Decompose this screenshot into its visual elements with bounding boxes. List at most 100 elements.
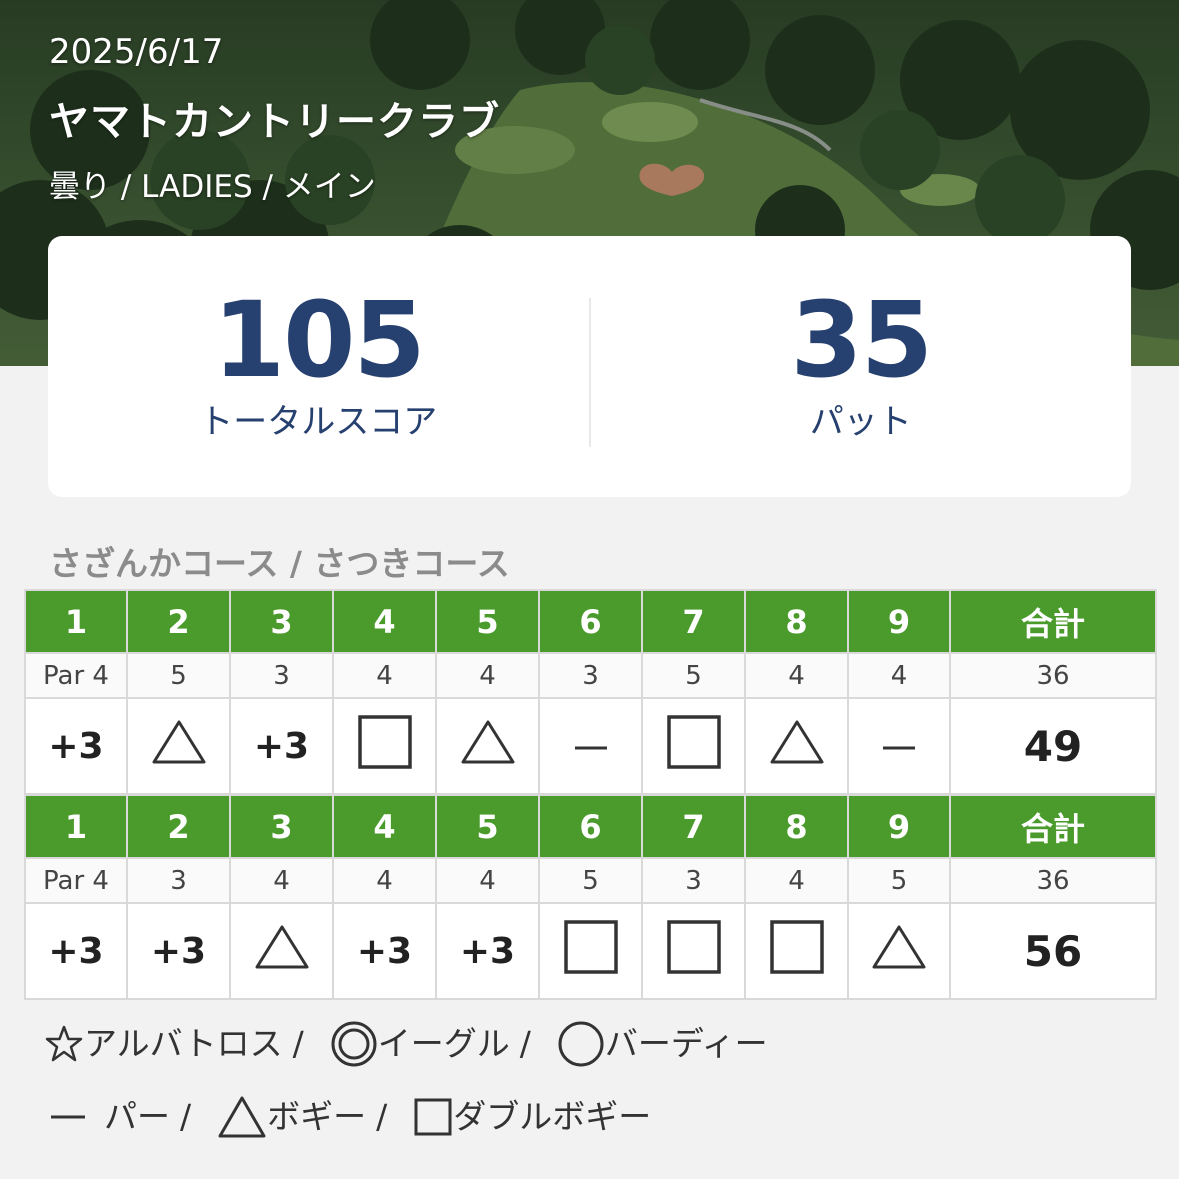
par-row: Par 4 3 4 4 4 5 3 4 5 36 (24, 857, 1157, 904)
legend-birdie-label: バーディー (604, 1024, 768, 1063)
result-cell (538, 697, 643, 795)
result-cell (435, 697, 540, 795)
par-cell: 4 (847, 652, 951, 699)
hole-number-cell: 8 (744, 589, 849, 654)
putts-block: 35 パット (591, 236, 1132, 497)
square-icon (563, 919, 619, 984)
course-title: さざんかコース / さつきコース (49, 544, 510, 583)
triangle-icon (151, 718, 207, 775)
par-row: Par 4 5 3 4 4 3 5 4 4 36 (24, 652, 1157, 699)
hole-number-cell: 5 (435, 794, 540, 859)
legend-par-label: パー (104, 1097, 170, 1136)
par-cell: 5 (126, 652, 231, 699)
par-cell: 3 (538, 652, 643, 699)
total-score-value: 105 (212, 279, 426, 401)
hole-number-row: 1 2 3 4 5 6 7 8 9 合計 (24, 589, 1157, 654)
result-cell (641, 902, 746, 1000)
hole-number-row: 1 2 3 4 5 6 7 8 9 合計 (24, 794, 1157, 859)
square-icon (413, 1097, 453, 1137)
total-header-cell: 合計 (949, 589, 1157, 654)
total-header-cell: 合計 (949, 794, 1157, 859)
round-conditions: 曇り / LADIES / メイン (49, 169, 376, 205)
putts-value: 35 (790, 279, 933, 401)
legend-albatross-label: アルバトロス (84, 1024, 283, 1063)
triangle-icon (769, 718, 825, 775)
triangle-icon (871, 923, 927, 980)
result-cell: +3 (229, 697, 334, 795)
result-cell: +3 (126, 902, 231, 1000)
par-cell: 4 (744, 652, 849, 699)
square-icon (357, 714, 413, 779)
legend-separator: / (180, 1097, 192, 1136)
dash-icon (571, 726, 611, 767)
result-cell (847, 902, 951, 1000)
par-total-cell: 36 (949, 857, 1157, 904)
square-icon (769, 919, 825, 984)
triangle-icon (217, 1095, 267, 1139)
legend-bogey-label: ボギー (267, 1097, 367, 1136)
hole-number-cell: 9 (847, 589, 951, 654)
result-cell (538, 902, 643, 1000)
hole-number-cell: 5 (435, 589, 540, 654)
par-cell: 5 (538, 857, 643, 904)
square-icon (666, 919, 722, 984)
par-cell: 4 (744, 857, 849, 904)
score-summary-card: 105 トータルスコア 35 パット (48, 236, 1131, 497)
triangle-icon (460, 718, 516, 775)
result-row: +3 +3 49 (24, 697, 1157, 795)
scorecard-in: 1 2 3 4 5 6 7 8 9 合計 Par 4 3 4 4 4 5 3 4 5 36 +3 +3 +3 +3 56 (24, 794, 1157, 1000)
legend-separator: / (376, 1097, 388, 1136)
legend-row-2: パー / ボギー / ダブルボギー (44, 1093, 651, 1141)
star-icon (44, 1024, 84, 1064)
hole-number-cell: 8 (744, 794, 849, 859)
result-cell (332, 697, 437, 795)
putts-label: パット (809, 402, 912, 442)
par-cell: Par 4 (24, 652, 128, 699)
par-cell: 4 (435, 857, 540, 904)
result-cell (641, 697, 746, 795)
par-total-cell: 36 (949, 652, 1157, 699)
dash-icon (879, 726, 919, 767)
double-circle-icon (330, 1020, 378, 1068)
hole-number-cell: 3 (229, 589, 334, 654)
club-name: ヤマトカントリークラブ (49, 99, 500, 145)
result-cell (126, 697, 231, 795)
hole-number-cell: 7 (641, 589, 746, 654)
legend-separator: / (292, 1024, 304, 1063)
result-cell (744, 697, 849, 795)
hole-number-cell: 7 (641, 794, 746, 859)
hole-number-cell: 4 (332, 794, 437, 859)
dash-icon (48, 1097, 88, 1137)
legend-double-bogey-label: ダブルボギー (453, 1097, 652, 1136)
par-cell: Par 4 (24, 857, 128, 904)
legend-eagle-label: イーグル (377, 1024, 510, 1063)
par-cell: 5 (641, 652, 746, 699)
scorecard-out: 1 2 3 4 5 6 7 8 9 合計 Par 4 5 3 4 4 3 5 4 4 36 +3 +3 49 (24, 589, 1157, 795)
hole-number-cell: 2 (126, 794, 231, 859)
par-cell: 3 (229, 652, 334, 699)
result-cell: +3 (24, 697, 128, 795)
hole-number-cell: 6 (538, 794, 643, 859)
circle-icon (557, 1020, 605, 1068)
total-score-block: 105 トータルスコア (48, 236, 589, 497)
result-cell (744, 902, 849, 1000)
par-cell: 3 (126, 857, 231, 904)
result-cell (847, 697, 951, 795)
par-cell: 4 (332, 857, 437, 904)
par-cell: 4 (332, 652, 437, 699)
legend-separator: / (519, 1024, 531, 1063)
hole-number-cell: 9 (847, 794, 951, 859)
legend-row-1: アルバトロス / イーグル / バーディー (44, 1020, 768, 1068)
result-cell (229, 902, 334, 1000)
hole-number-cell: 4 (332, 589, 437, 654)
par-cell: 4 (229, 857, 334, 904)
total-score-label: トータルスコア (199, 402, 438, 442)
result-cell: +3 (435, 902, 540, 1000)
result-cell: +3 (24, 902, 128, 1000)
square-icon (666, 714, 722, 779)
par-cell: 3 (641, 857, 746, 904)
result-row: +3 +3 +3 +3 56 (24, 902, 1157, 1000)
score-total-cell: 56 (949, 902, 1157, 1000)
par-cell: 4 (435, 652, 540, 699)
hole-number-cell: 6 (538, 589, 643, 654)
